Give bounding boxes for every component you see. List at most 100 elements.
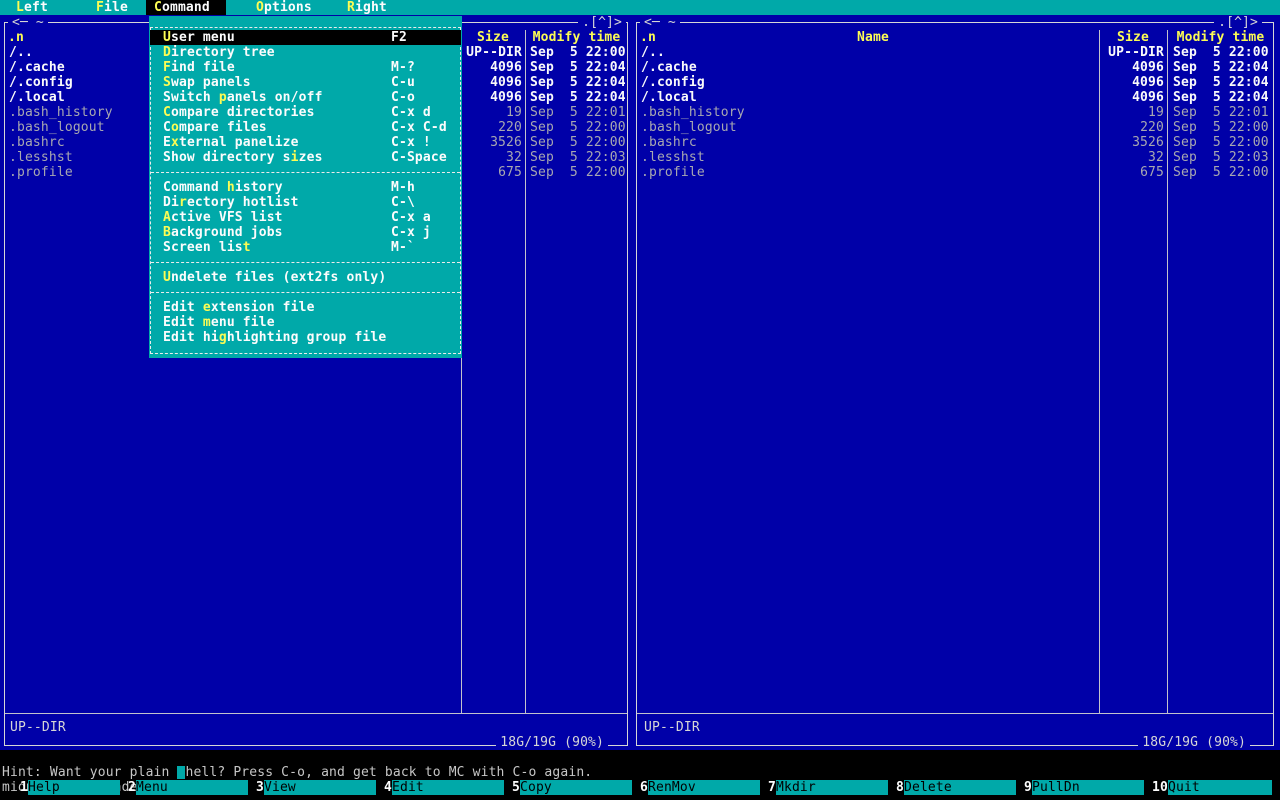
- menubar-item-left[interactable]: Left: [16, 0, 48, 15]
- fkey-4-edit[interactable]: Edit: [392, 780, 504, 795]
- panel-right-up-dir-decor[interactable]: .[^]>: [1214, 15, 1262, 30]
- panel-right-column-header-mtime[interactable]: Modify time: [1168, 30, 1273, 45]
- fkey-8-delete-number[interactable]: 8: [896, 780, 904, 795]
- file-mtime: Sep 5 22:00: [1173, 135, 1269, 150]
- menubar-item-right[interactable]: Right: [347, 0, 387, 15]
- fkey-6-renmov[interactable]: RenMov: [648, 780, 760, 795]
- menu-item-active-vfs-list[interactable]: Active VFS list C-x a: [150, 210, 461, 225]
- fkey-2-menu[interactable]: Menu: [136, 780, 248, 795]
- hotkey-letter: O: [256, 0, 264, 15]
- fkey-1-help[interactable]: Help: [28, 780, 120, 795]
- fkey-10-quit-number[interactable]: 10: [1152, 780, 1168, 795]
- fkey-5-copy-number[interactable]: 5: [512, 780, 520, 795]
- panel-right-file-row-lesshst[interactable]: .lesshst 32 Sep 5 22:03: [636, 150, 1274, 165]
- menu-item-directory-hotlist[interactable]: Directory hotlist C-\: [150, 195, 461, 210]
- menu-item-edit-extension-file[interactable]: Edit extension file: [150, 300, 461, 315]
- text-cursor[interactable]: [177, 766, 185, 779]
- hotkey-letter: o: [170, 120, 179, 135]
- menubar-item-file[interactable]: File: [96, 0, 128, 15]
- panel-right-file-row-cache[interactable]: /.cache 4096 Sep 5 22:04: [636, 60, 1274, 75]
- panel-right-file-row-profile[interactable]: .profile 675 Sep 5 22:00: [636, 165, 1274, 180]
- file-mtime: Sep 5 22:00: [530, 45, 626, 60]
- panel-right-ministatus-separator: [637, 713, 1273, 714]
- file-size: 4096: [1132, 90, 1164, 105]
- menu-item-label: Compare files: [163, 120, 267, 135]
- panel-right-file-row-[interactable]: /.. UP--DIR Sep 5 22:00: [636, 45, 1274, 60]
- fkey-5-copy[interactable]: Copy: [520, 780, 632, 795]
- panel-left-up-dir-decor[interactable]: .[^]>: [578, 15, 626, 30]
- panel-right-mini-status: UP--DIR: [644, 720, 700, 735]
- menu-item-shortcut: C-Space: [391, 150, 447, 165]
- menu-item-label: Swap panels: [163, 75, 251, 90]
- hotkey-letter: L: [16, 0, 24, 15]
- menu-item-show-directory-sizes[interactable]: Show directory sizes C-Space: [150, 150, 461, 165]
- file-name: /.cache: [9, 60, 65, 75]
- menu-item-command-history[interactable]: Command history M-h: [150, 180, 461, 195]
- panel-left-history-back[interactable]: <─ ~: [8, 15, 48, 30]
- menu-item-label: Compare directories: [163, 105, 315, 120]
- panel-right-file-row-local[interactable]: /.local 4096 Sep 5 22:04: [636, 90, 1274, 105]
- hotkey-letter: C: [154, 0, 162, 15]
- hotkey-letter: S: [163, 75, 171, 90]
- menu-item-label: Edit highlighting group file: [163, 330, 387, 345]
- shell-command-line[interactable]: midnight@commander:~$: [0, 765, 1280, 795]
- fkey-2-menu-number[interactable]: 2: [128, 780, 136, 795]
- fkey-9-pulldn-number[interactable]: 9: [1024, 780, 1032, 795]
- fkey-4-edit-number[interactable]: 4: [384, 780, 392, 795]
- file-name: .bash_history: [641, 105, 745, 120]
- panel-right-history-back[interactable]: <─ ~: [640, 15, 680, 30]
- fkey-1-help-number[interactable]: 1: [0, 780, 28, 795]
- file-mtime: Sep 5 22:04: [1173, 90, 1269, 105]
- panel-right-column-header-size[interactable]: Size: [1100, 30, 1166, 45]
- file-size: 675: [1140, 165, 1164, 180]
- file-mtime: Sep 5 22:01: [530, 105, 626, 120]
- menubar-item-command[interactable]: Command: [154, 0, 210, 15]
- panel-right-file-row-bashrc[interactable]: .bashrc 3526 Sep 5 22:00: [636, 135, 1274, 150]
- menu-item-label: Find file: [163, 60, 235, 75]
- menu-item-label: Edit extension file: [163, 300, 315, 315]
- panel-right-column-header-name[interactable]: Name: [656, 30, 1090, 45]
- file-mtime: Sep 5 22:00: [1173, 165, 1269, 180]
- hotkey-letter: U: [163, 270, 171, 285]
- menu-item-external-panelize[interactable]: External panelize C-x !: [150, 135, 461, 150]
- file-mtime: Sep 5 22:03: [1173, 150, 1269, 165]
- file-mtime: Sep 5 22:00: [530, 165, 626, 180]
- menubar-item-options[interactable]: Options: [256, 0, 312, 15]
- menu-item-undelete-files-ext2fs-only[interactable]: Undelete files (ext2fs only): [150, 270, 461, 285]
- panel-right-file-row-config[interactable]: /.config 4096 Sep 5 22:04: [636, 75, 1274, 90]
- menu-item-user-menu[interactable]: User menu F2: [150, 30, 461, 45]
- file-size: 19: [1148, 105, 1164, 120]
- file-mtime: Sep 5 22:00: [1173, 120, 1269, 135]
- panel-left-column-header-size[interactable]: Size: [462, 30, 524, 45]
- file-mtime: Sep 5 22:01: [1173, 105, 1269, 120]
- fkey-6-renmov-number[interactable]: 6: [640, 780, 648, 795]
- menu-item-compare-files[interactable]: Compare files C-x C-d: [150, 120, 461, 135]
- menu-item-directory-tree[interactable]: Directory tree: [150, 45, 461, 60]
- menu-item-swap-panels[interactable]: Swap panels C-u: [150, 75, 461, 90]
- hint-line: Hint: Want your plain shell? Press C-o, …: [0, 750, 1280, 780]
- fkey-8-delete[interactable]: Delete: [904, 780, 1016, 795]
- menu-item-shortcut: C-x d: [391, 105, 431, 120]
- file-size: 4096: [1132, 60, 1164, 75]
- menu-item-background-jobs[interactable]: Background jobs C-x j: [150, 225, 461, 240]
- hotkey-letter: F: [163, 60, 171, 75]
- menu-item-find-file[interactable]: Find file M-?: [150, 60, 461, 75]
- menu-item-screen-list[interactable]: Screen list M-`: [150, 240, 461, 255]
- fkey-7-mkdir[interactable]: Mkdir: [776, 780, 888, 795]
- menu-item-switch-panels-on-off[interactable]: Switch panels on/off C-o: [150, 90, 461, 105]
- menu-item-edit-menu-file[interactable]: Edit menu file: [150, 315, 461, 330]
- menu-item-edit-highlighting-group-file[interactable]: Edit highlighting group file: [150, 330, 461, 345]
- panel-right-sort-indicator[interactable]: .n: [640, 30, 656, 45]
- panel-left-sort-indicator[interactable]: .n: [8, 30, 24, 45]
- fkey-10-quit[interactable]: Quit: [1168, 780, 1272, 795]
- panel-left-column-header-mtime[interactable]: Modify time: [526, 30, 627, 45]
- fkey-9-pulldn[interactable]: PullDn: [1032, 780, 1144, 795]
- fkey-7-mkdir-number[interactable]: 7: [768, 780, 776, 795]
- file-mtime: Sep 5 22:04: [530, 60, 626, 75]
- fkey-3-view[interactable]: View: [264, 780, 376, 795]
- panel-right-file-row-bash-history[interactable]: .bash_history 19 Sep 5 22:01: [636, 105, 1274, 120]
- panel-right-file-row-bash-logout[interactable]: .bash_logout 220 Sep 5 22:00: [636, 120, 1274, 135]
- fkey-3-view-number[interactable]: 3: [256, 780, 264, 795]
- menu-item-compare-directories[interactable]: Compare directories C-x d: [150, 105, 461, 120]
- function-key-bar: 1 Help 2 Menu 3 View 4 Edit 5 Copy 6 RenMov 7 Mkdir 8 D…: [0, 780, 1280, 795]
